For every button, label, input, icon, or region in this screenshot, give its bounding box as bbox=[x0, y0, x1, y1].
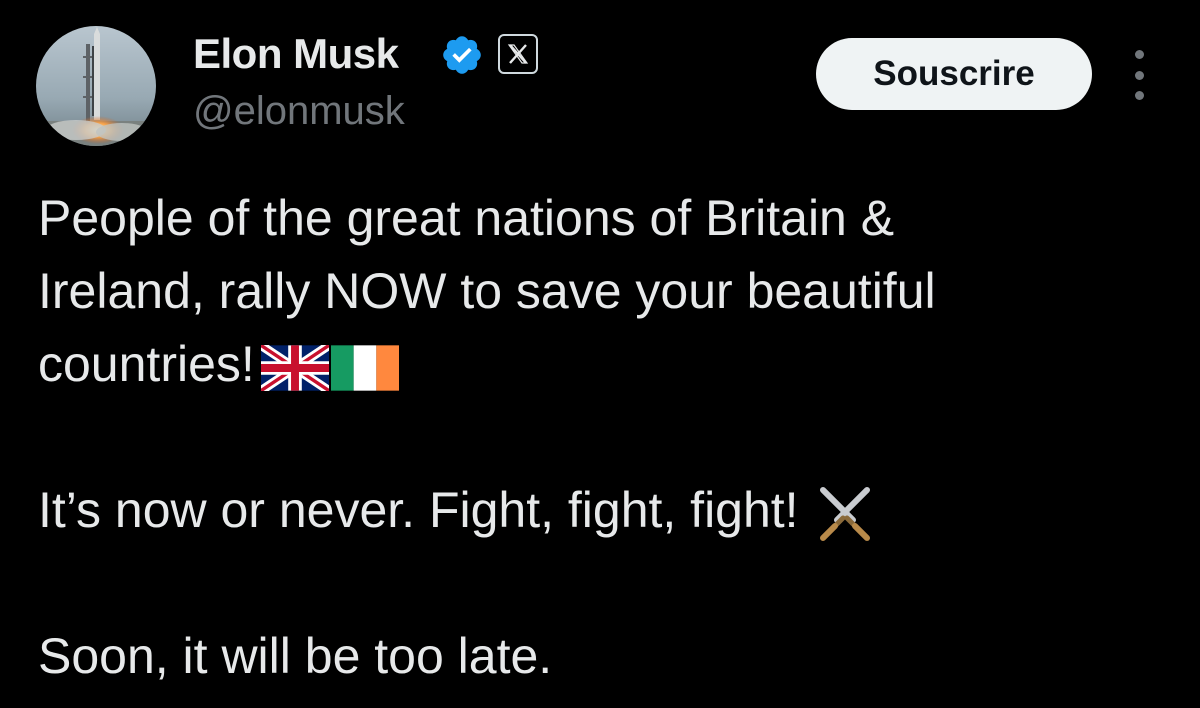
tweet-line: Soon, it will be too late. bbox=[38, 628, 553, 684]
uk-flag-icon bbox=[260, 344, 329, 391]
tweet-line-empty bbox=[38, 547, 1168, 620]
subscribe-button[interactable]: Souscrire bbox=[816, 38, 1092, 110]
rocket-launch-avatar bbox=[36, 26, 156, 146]
tweet-line: People of the great nations of Britain & bbox=[38, 190, 895, 246]
tweet-line: Ireland, rally NOW to save your beautifu… bbox=[38, 263, 936, 319]
verified-badge-icon bbox=[443, 36, 481, 74]
tweet-text: People of the great nations of Britain &… bbox=[38, 182, 1168, 693]
tweet-line: countries! bbox=[38, 328, 1168, 401]
author-handle[interactable]: @elonmusk bbox=[193, 89, 405, 134]
more-dot bbox=[1134, 50, 1144, 59]
more-dot bbox=[1134, 91, 1144, 100]
x-logo-icon bbox=[498, 34, 538, 74]
ireland-flag-icon bbox=[330, 345, 399, 391]
more-vertical-icon[interactable] bbox=[1122, 50, 1156, 100]
tweet-line-empty bbox=[38, 401, 1168, 474]
tweet-line: It’s now or never. Fight, fight, fight! bbox=[38, 474, 1168, 547]
more-dot bbox=[1134, 70, 1144, 80]
tweet-line-text: It’s now or never. Fight, fight, fight! bbox=[38, 482, 799, 538]
author-name[interactable]: Elon Musk bbox=[193, 30, 399, 78]
crossed-swords-icon bbox=[813, 482, 877, 546]
tweet-line-text: countries! bbox=[38, 336, 255, 392]
tweet: Elon Musk @elonmusk Souscrire People of … bbox=[0, 0, 1200, 708]
author-avatar[interactable] bbox=[36, 26, 156, 146]
